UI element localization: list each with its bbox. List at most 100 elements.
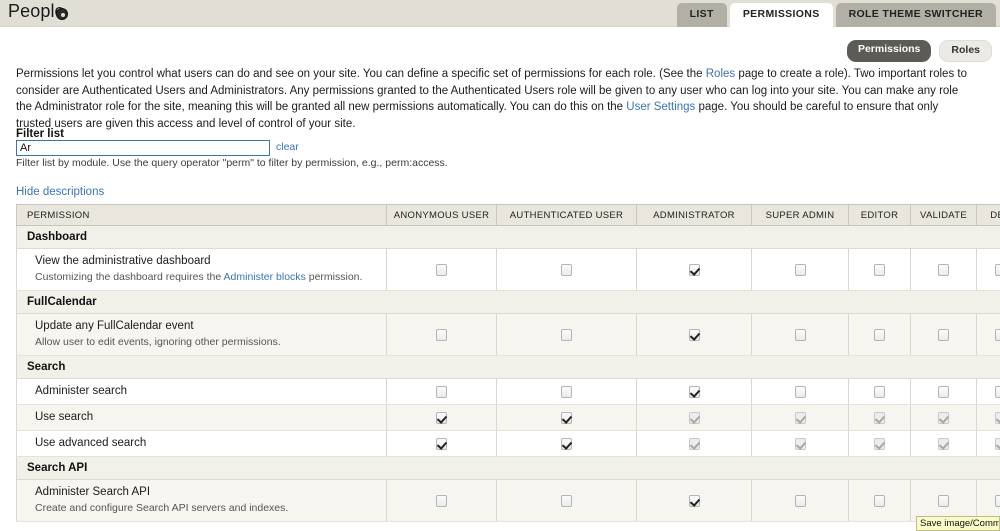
permission-checkbox-administrator[interactable] (689, 329, 700, 341)
permission-description-text: Allow user to edit events, ignoring othe… (35, 336, 281, 348)
intro-paragraph: Permissions let you control what users c… (16, 66, 970, 132)
permission-checkbox-validate[interactable] (938, 329, 949, 341)
permission-description-text: Create and configure Search API servers … (35, 502, 288, 514)
column-header-anonymous-user: ANONYMOUS USER (387, 205, 497, 226)
permission-checkbox-anonymous-user[interactable] (436, 264, 447, 276)
intro-text-1: Permissions let you control what users c… (16, 68, 706, 80)
permission-checkbox-dev (995, 438, 1000, 450)
permission-checkbox-cell (849, 431, 911, 457)
permission-checkbox-editor[interactable] (874, 495, 885, 507)
permission-title: Use search (35, 410, 376, 424)
user-settings-link[interactable]: User Settings (626, 101, 695, 113)
permission-checkbox-validate[interactable] (938, 264, 949, 276)
permission-checkbox-cell (497, 480, 637, 522)
permission-description-link[interactable]: Administer blocks (224, 271, 306, 283)
filter-help-text: Filter list by module. Use the query ope… (16, 157, 448, 169)
primary-tab-bar: LISTPERMISSIONSROLE THEME SWITCHER (677, 3, 996, 27)
module-name: Search (17, 356, 1000, 379)
primary-tab-role-theme-switcher[interactable]: ROLE THEME SWITCHER (836, 3, 996, 27)
filter-list-label: Filter list (16, 128, 64, 140)
column-header-validate: VALIDATE (911, 205, 977, 226)
permission-checkbox-cell (752, 405, 849, 431)
permissions-table-container: PERMISSIONANONYMOUS USERAUTHENTICATED US… (16, 204, 984, 522)
permission-checkbox-cell (387, 431, 497, 457)
permission-checkbox-validate (938, 438, 949, 450)
permission-checkbox-authenticated-user[interactable] (561, 264, 572, 276)
permission-checkbox-administrator (689, 438, 700, 450)
permission-title: Administer search (35, 384, 376, 398)
permission-checkbox-authenticated-user[interactable] (561, 329, 572, 341)
permission-description: Customizing the dashboard requires the A… (35, 270, 376, 284)
permission-checkbox-authenticated-user[interactable] (561, 412, 572, 424)
permission-cell: View the administrative dashboardCustomi… (17, 249, 387, 291)
permission-checkbox-authenticated-user[interactable] (561, 386, 572, 398)
secondary-tab-roles[interactable]: Roles (939, 40, 992, 62)
permission-checkbox-cell (497, 379, 637, 405)
permission-checkbox-cell (637, 314, 752, 356)
filter-clear-link[interactable]: clear (276, 141, 299, 153)
roles-link[interactable]: Roles (706, 68, 735, 80)
permission-title: Use advanced search (35, 436, 376, 450)
permission-checkbox-anonymous-user[interactable] (436, 386, 447, 398)
permission-checkbox-super-admin[interactable] (795, 264, 806, 276)
gear-icon[interactable] (56, 8, 68, 20)
permission-checkbox-cell (497, 431, 637, 457)
permission-checkbox-dev[interactable] (995, 495, 1000, 507)
permission-checkbox-editor[interactable] (874, 264, 885, 276)
permission-checkbox-cell (977, 405, 1000, 431)
permission-checkbox-super-admin[interactable] (795, 329, 806, 341)
table-row: Administer Search API Create and configur… (17, 480, 1000, 522)
permission-checkbox-administrator[interactable] (689, 495, 700, 507)
permission-checkbox-cell (387, 379, 497, 405)
permission-checkbox-cell (387, 405, 497, 431)
permission-checkbox-administrator[interactable] (689, 386, 700, 398)
permission-checkbox-cell (849, 249, 911, 291)
permission-checkbox-dev[interactable] (995, 329, 1000, 341)
column-header-administrator: ADMINISTRATOR (637, 205, 752, 226)
permission-checkbox-editor[interactable] (874, 386, 885, 398)
table-body: DashboardView the administrative dashboa… (17, 226, 1000, 522)
module-name: Search API (17, 457, 1000, 480)
permission-checkbox-anonymous-user[interactable] (436, 495, 447, 507)
permission-checkbox-cell (849, 480, 911, 522)
filter-list-input[interactable] (16, 140, 270, 156)
permission-checkbox-validate[interactable] (938, 386, 949, 398)
permission-title: Administer Search API (35, 485, 376, 499)
table-header: PERMISSIONANONYMOUS USERAUTHENTICATED US… (17, 205, 1000, 226)
permission-checkbox-editor[interactable] (874, 329, 885, 341)
permission-checkbox-anonymous-user[interactable] (436, 329, 447, 341)
permission-checkbox-anonymous-user[interactable] (436, 438, 447, 450)
permission-checkbox-editor (874, 438, 885, 450)
permission-checkbox-administrator[interactable] (689, 264, 700, 276)
top-bar: People LISTPERMISSIONSROLE THEME SWITCHE… (0, 0, 1000, 27)
table-row: Update any FullCalendar eventAllow user … (17, 314, 1000, 356)
permission-checkbox-validate[interactable] (938, 495, 949, 507)
permission-checkbox-anonymous-user[interactable] (436, 412, 447, 424)
permission-cell: Use search (17, 405, 387, 431)
permission-checkbox-cell (977, 431, 1000, 457)
permission-checkbox-cell (977, 379, 1000, 405)
permission-checkbox-dev[interactable] (995, 264, 1000, 276)
table-header-row: PERMISSIONANONYMOUS USERAUTHENTICATED US… (17, 205, 1000, 226)
permission-checkbox-cell (752, 379, 849, 405)
permission-checkbox-cell (752, 480, 849, 522)
permission-checkbox-cell (849, 379, 911, 405)
permission-checkbox-authenticated-user[interactable] (561, 438, 572, 450)
hide-descriptions-link[interactable]: Hide descriptions (16, 186, 104, 198)
permission-checkbox-cell (911, 379, 977, 405)
primary-tab-permissions[interactable]: PERMISSIONS (730, 3, 833, 27)
permission-checkbox-authenticated-user[interactable] (561, 495, 572, 507)
permission-checkbox-super-admin[interactable] (795, 386, 806, 398)
permission-checkbox-cell (637, 249, 752, 291)
permission-description: Create and configure Search API servers … (35, 501, 376, 515)
permission-checkbox-cell (849, 314, 911, 356)
permission-checkbox-dev[interactable] (995, 386, 1000, 398)
secondary-tab-permissions[interactable]: Permissions (847, 40, 931, 62)
permission-checkbox-cell (387, 314, 497, 356)
permission-checkbox-editor (874, 412, 885, 424)
primary-tab-list[interactable]: LIST (677, 3, 727, 27)
permission-checkbox-cell (637, 431, 752, 457)
permission-checkbox-super-admin[interactable] (795, 495, 806, 507)
table-row: Use search (17, 405, 1000, 431)
permission-cell: Use advanced search (17, 431, 387, 457)
